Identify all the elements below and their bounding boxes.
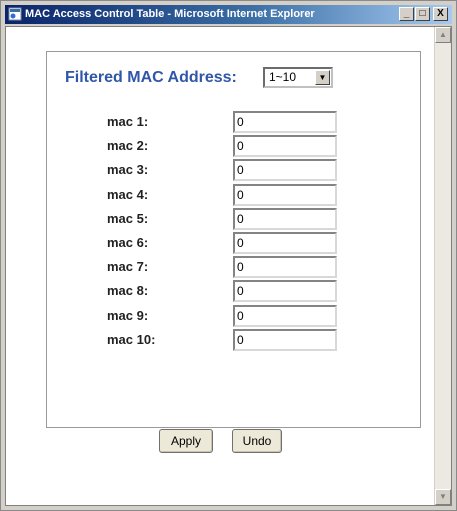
maximize-button[interactable]: □ xyxy=(415,7,430,21)
mac-label: mac 5: xyxy=(107,210,149,226)
title-bar[interactable]: MAC Access Control Table - Microsoft Int… xyxy=(5,5,452,24)
ie-page-icon xyxy=(8,7,22,21)
mac-label: mac 2: xyxy=(107,138,149,154)
mac-label: mac 9: xyxy=(107,307,149,323)
mac-row: mac 3: xyxy=(47,158,422,182)
mac-input[interactable] xyxy=(233,232,337,254)
mac-row: mac 10: xyxy=(47,328,422,352)
page-content: Filtered MAC Address: 1~10 ▼ mac 1: mac 2… xyxy=(5,26,452,506)
mac-row: mac 4: xyxy=(47,183,422,207)
window-title: MAC Access Control Table - Microsoft Int… xyxy=(25,8,315,20)
minimize-button[interactable]: _ xyxy=(399,7,414,21)
mac-input[interactable] xyxy=(233,159,337,182)
mac-input[interactable] xyxy=(233,256,337,279)
arrow-up-icon[interactable]: ▲ xyxy=(435,27,451,43)
mac-row: mac 7: xyxy=(47,255,422,279)
mac-row: mac 8: xyxy=(47,279,422,303)
mac-label: mac 4: xyxy=(107,186,149,202)
mac-filter-panel: Filtered MAC Address: 1~10 ▼ mac 1: mac 2… xyxy=(46,51,421,428)
range-select-value: 1~10 xyxy=(269,70,297,84)
mac-label: mac 6: xyxy=(107,235,149,250)
mac-input[interactable] xyxy=(233,304,337,327)
chevron-down-icon[interactable]: ▼ xyxy=(315,70,330,85)
mac-label: mac 7: xyxy=(107,259,149,275)
apply-button[interactable]: Apply xyxy=(159,429,213,453)
mac-label: mac 10: xyxy=(107,331,156,347)
mac-label: mac 8: xyxy=(107,283,149,299)
undo-button[interactable]: Undo xyxy=(232,429,282,453)
mac-row: mac 6: xyxy=(47,231,422,255)
vertical-scrollbar[interactable]: ▲ ▼ xyxy=(434,27,451,505)
mac-row: mac 5: xyxy=(47,207,422,231)
mac-label: mac 1: xyxy=(107,114,149,129)
browser-window: MAC Access Control Table - Microsoft Int… xyxy=(0,0,457,511)
arrow-down-icon[interactable]: ▼ xyxy=(435,489,451,505)
mac-input[interactable] xyxy=(233,111,337,133)
mac-row: mac 2: xyxy=(47,134,422,158)
mac-input[interactable] xyxy=(233,183,337,206)
filter-label: Filtered MAC Address: xyxy=(65,69,237,86)
mac-input[interactable] xyxy=(233,328,337,351)
mac-row: mac 9: xyxy=(47,304,422,328)
mac-row: mac 1: xyxy=(47,110,422,134)
mac-input[interactable] xyxy=(233,280,337,303)
mac-input[interactable] xyxy=(233,207,337,230)
mac-label: mac 3: xyxy=(107,162,149,178)
close-button[interactable]: X xyxy=(433,7,448,21)
mac-input[interactable] xyxy=(233,135,337,158)
range-select[interactable]: 1~10 ▼ xyxy=(263,67,333,88)
